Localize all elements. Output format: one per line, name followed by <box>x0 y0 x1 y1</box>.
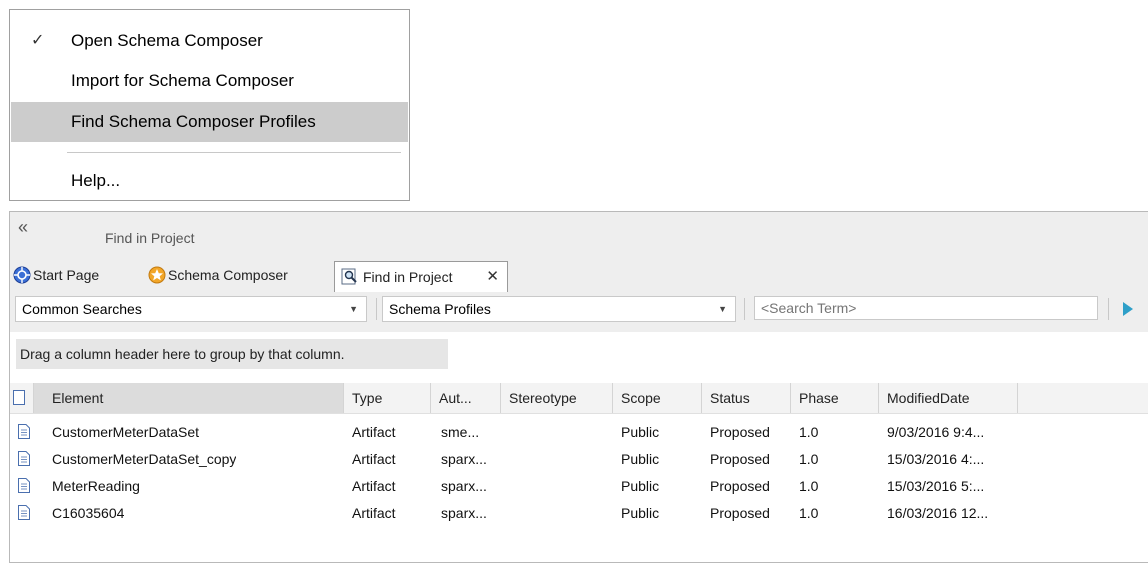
cell-phase: 1.0 <box>799 424 819 440</box>
find-in-project-icon <box>341 268 357 285</box>
cell-status: Proposed <box>710 478 770 494</box>
find-in-project-window: « Find in Project Start Page Schema Comp… <box>9 211 1148 563</box>
context-menu: ✓ Open Schema Composer Import for Schema… <box>9 9 410 201</box>
toolbar-separator <box>744 298 745 320</box>
cell-author: sparx... <box>441 505 487 521</box>
cell-scope: Public <box>621 424 660 440</box>
chevron-down-icon: ▼ <box>349 304 358 314</box>
menu-item-label: Help... <box>71 171 121 190</box>
checkmark-icon: ✓ <box>31 32 45 49</box>
dropdown-value: Common Searches <box>22 301 142 317</box>
cell-element: CustomerMeterDataSet <box>52 424 200 440</box>
column-header-element[interactable]: Element <box>34 383 344 413</box>
cell-modified-date: 15/03/2016 5:... <box>887 478 985 494</box>
cell-modified-date: 16/03/2016 12... <box>887 505 989 521</box>
dropdown-value: Schema Profiles <box>389 301 491 317</box>
menu-item-import-for-schema-composer[interactable]: Import for Schema Composer <box>11 61 408 101</box>
cell-status: Proposed <box>710 505 770 521</box>
column-header-type[interactable]: Type <box>344 383 431 413</box>
cell-author: sparx... <box>441 478 487 494</box>
menu-separator <box>67 152 401 153</box>
run-search-icon[interactable] <box>1123 302 1133 316</box>
cell-phase: 1.0 <box>799 478 819 494</box>
search-name-dropdown[interactable]: Schema Profiles ▼ <box>382 296 736 322</box>
table-row[interactable]: C16035604 Artifact sparx... Public Propo… <box>10 500 1148 527</box>
cell-element: MeterReading <box>52 478 140 494</box>
menu-item-find-schema-composer-profiles[interactable]: Find Schema Composer Profiles <box>11 102 408 142</box>
group-by-hint: Drag a column header here to group by th… <box>16 339 448 369</box>
artifact-icon <box>18 451 30 466</box>
column-header-phase[interactable]: Phase <box>791 383 879 413</box>
tab-find-in-project[interactable]: Find in Project ✕ <box>334 261 508 293</box>
menu-item-label: Find Schema Composer Profiles <box>71 112 316 131</box>
cell-element: CustomerMeterDataSet_copy <box>52 451 237 467</box>
schema-composer-icon <box>148 266 166 284</box>
cell-type: Artifact <box>352 505 396 521</box>
toolbar-separator <box>376 298 377 320</box>
cell-author: sme... <box>441 424 480 440</box>
collapse-icon[interactable]: « <box>18 217 28 238</box>
cell-phase: 1.0 <box>799 451 819 467</box>
start-page-icon <box>13 266 31 284</box>
cell-modified-date: 15/03/2016 4:... <box>887 451 985 467</box>
tab-label: Start Page <box>33 267 100 283</box>
close-icon[interactable]: ✕ <box>486 262 499 292</box>
document-icon <box>13 390 25 405</box>
toolbar-separator <box>1108 298 1109 320</box>
column-header-scope[interactable]: Scope <box>613 383 702 413</box>
artifact-icon <box>18 505 30 520</box>
chevron-down-icon: ▼ <box>718 304 727 314</box>
table-row[interactable]: CustomerMeterDataSet Artifact sme... Pub… <box>10 419 1148 446</box>
cell-modified-date: 9/03/2016 9:4... <box>887 424 985 440</box>
column-header-icon[interactable] <box>10 383 34 413</box>
tab-schema-composer[interactable]: Schema Composer <box>148 258 324 292</box>
column-header-stereotype[interactable]: Stereotype <box>501 383 613 413</box>
artifact-icon <box>18 424 30 439</box>
cell-scope: Public <box>621 505 660 521</box>
cell-scope: Public <box>621 478 660 494</box>
common-searches-dropdown[interactable]: Common Searches ▼ <box>15 296 367 322</box>
tab-label: Schema Composer <box>168 267 288 283</box>
window-title: Find in Project <box>105 230 195 246</box>
cell-type: Artifact <box>352 424 396 440</box>
table-row[interactable]: CustomerMeterDataSet_copy Artifact sparx… <box>10 446 1148 473</box>
menu-item-label: Import for Schema Composer <box>71 71 294 90</box>
cell-status: Proposed <box>710 451 770 467</box>
table-row[interactable]: MeterReading Artifact sparx... Public Pr… <box>10 473 1148 500</box>
cell-author: sparx... <box>441 451 487 467</box>
menu-item-help[interactable]: Help... <box>11 161 408 201</box>
cell-element: C16035604 <box>52 505 125 521</box>
cell-type: Artifact <box>352 451 396 467</box>
column-header-modified-date[interactable]: ModifiedDate <box>879 383 1018 413</box>
tab-label: Find in Project <box>363 269 453 285</box>
menu-item-label: Open Schema Composer <box>71 31 263 50</box>
search-term-input[interactable] <box>754 296 1098 320</box>
artifact-icon <box>18 478 30 493</box>
window-titlebar: « Find in Project <box>10 212 1148 258</box>
cell-scope: Public <box>621 451 660 467</box>
group-by-area[interactable]: Drag a column header here to group by th… <box>10 332 1148 376</box>
cell-type: Artifact <box>352 478 396 494</box>
cell-phase: 1.0 <box>799 505 819 521</box>
menu-item-open-schema-composer[interactable]: ✓ Open Schema Composer <box>11 21 408 61</box>
column-header-author[interactable]: Aut... <box>431 383 501 413</box>
column-header-status[interactable]: Status <box>702 383 791 413</box>
search-toolbar: Common Searches ▼ Schema Profiles ▼ <box>10 292 1148 332</box>
tab-start-page[interactable]: Start Page <box>13 258 133 292</box>
tab-strip: Start Page Schema Composer Find in Proje… <box>10 258 1148 293</box>
results-header: Element Type Aut... Stereotype Scope Sta… <box>10 383 1148 414</box>
cell-status: Proposed <box>710 424 770 440</box>
